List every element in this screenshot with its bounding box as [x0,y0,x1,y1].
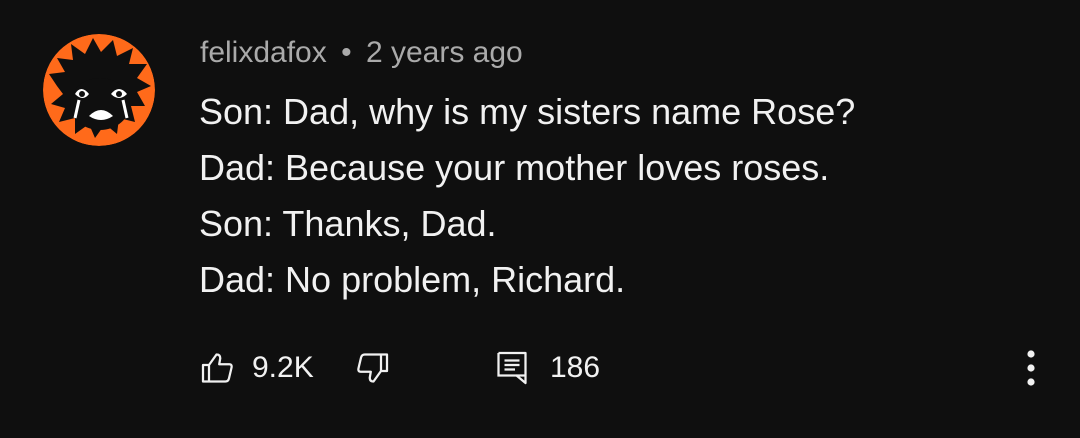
comment-line: Son: Dad, why is my sisters name Rose? [199,91,856,132]
comment-line: Dad: Because your mother loves roses. [199,147,830,188]
comment-actions: 9.2K 186 [0,340,1080,396]
dislike-button[interactable] [354,340,390,396]
reply-count: 186 [550,351,601,384]
meta-separator: • [341,36,352,69]
thumbs-up-icon [201,353,233,383]
author-name[interactable]: felixdafox [200,36,327,69]
more-vertical-icon [1027,350,1035,386]
comment-thread: felixdafox • 2 years ago Son: Dad, why i… [0,0,1080,438]
comment-timestamp: 2 years ago [365,36,523,69]
avatar-image [43,34,155,146]
comment-icon [497,351,527,385]
reply-button[interactable]: 186 [495,340,600,396]
like-button[interactable]: 9.2K [200,340,314,396]
thumbs-down-icon [357,353,389,383]
comment-line: Son: Thanks, Dad. [199,203,497,244]
comment-line: Dad: No problem, Richard. [199,259,626,300]
avatar[interactable] [43,34,155,146]
more-options-button[interactable] [1016,340,1046,396]
like-count: 9.2K [252,351,314,384]
comment-header: felixdafox • 2 years ago [200,33,523,73]
comment-text: Son: Dad, why is my sisters name Rose? D… [199,84,855,308]
